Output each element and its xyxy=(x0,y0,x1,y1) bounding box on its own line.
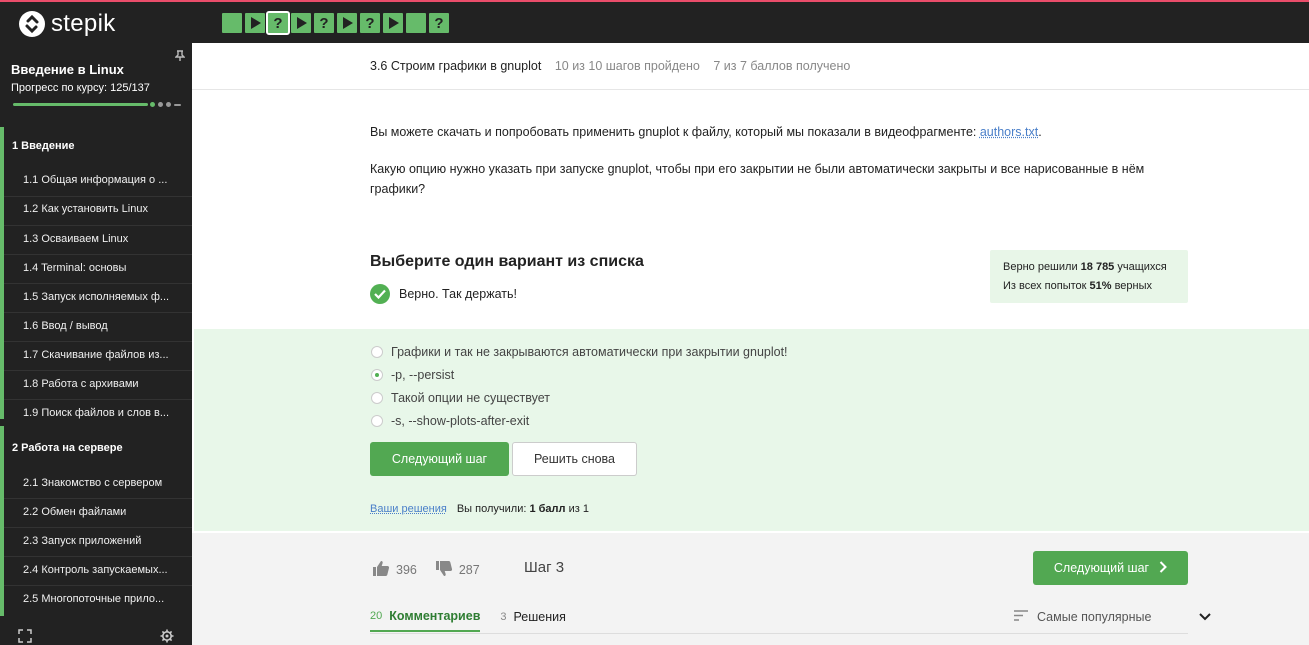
lesson-header: 3.6 Строим графики в gnuplot 10 из 10 ша… xyxy=(370,59,850,73)
option-1[interactable]: Графики и так не закрываются автоматичес… xyxy=(371,345,788,359)
likes-count: 396 xyxy=(396,563,417,577)
quiz-stats: Верно решили 18 785 учащихся Из всех поп… xyxy=(990,250,1188,303)
lesson-item[interactable]: 2.1 Знакомство с сервером xyxy=(23,477,162,489)
course-title[interactable]: Введение в Linux xyxy=(11,62,124,77)
feedback-correct: Верно. Так держать! xyxy=(370,284,517,304)
tab-solutions[interactable]: 3 Решения xyxy=(500,609,566,632)
step-quiz-5[interactable]: ? xyxy=(314,13,334,33)
radio-button[interactable] xyxy=(371,392,383,404)
gear-icon[interactable] xyxy=(160,629,174,645)
chevron-down-icon xyxy=(1199,610,1212,624)
reactions: 396 287 xyxy=(372,560,498,580)
step-done-1[interactable] xyxy=(222,13,242,33)
lesson-item[interactable]: 1.3 Осваиваем Linux xyxy=(23,233,128,245)
course-progress-text: Прогресс по курсу: 125/137 xyxy=(11,82,150,94)
steps-done: 10 из 10 шагов пройдено xyxy=(554,59,700,73)
lesson-item[interactable]: 1.9 Поиск файлов и слов в... xyxy=(23,407,169,419)
check-icon xyxy=(370,284,390,304)
lesson-item[interactable]: 1.7 Скачивание файлов из... xyxy=(23,349,169,361)
answers-panel: Графики и так не закрываются автоматичес… xyxy=(194,329,1309,531)
authors-file-link[interactable]: authors.txt xyxy=(980,125,1038,139)
steps-navigation: ? ? ? ? xyxy=(222,11,449,35)
step-done-9[interactable] xyxy=(406,13,426,33)
lesson-item[interactable]: 1.4 Terminal: основы xyxy=(23,262,126,274)
points-earned: 7 из 7 баллов получено xyxy=(713,59,851,73)
lesson-item[interactable]: 2.5 Многопоточные прило... xyxy=(23,593,164,605)
tab-comments[interactable]: 20 Комментариев xyxy=(370,609,481,632)
solve-again-button[interactable]: Решить снова xyxy=(512,442,637,476)
stepik-logo-icon xyxy=(19,11,45,37)
option-2[interactable]: -p, --persist xyxy=(371,368,454,382)
question-text: Какую опцию нужно указать при запуске gn… xyxy=(370,162,1145,196)
main-content: 3.6 Строим графики в gnuplot 10 из 10 ша… xyxy=(192,43,1309,645)
discussion-tabs: 20 Комментариев 3 Решения xyxy=(370,609,586,632)
step-video-4[interactable] xyxy=(291,13,311,33)
step-quiz-3-current[interactable]: ? xyxy=(266,11,290,35)
fullscreen-icon[interactable] xyxy=(18,629,32,645)
quiz-title: Выберите один вариант из списка xyxy=(370,253,644,270)
play-icon xyxy=(251,17,261,29)
module-title[interactable]: 2 Работа на сервере xyxy=(12,442,123,454)
lesson-item[interactable]: 2.4 Контроль запускаемых... xyxy=(23,564,168,576)
lesson-item[interactable]: 1.8 Работа с архивами xyxy=(23,378,139,390)
course-progress-bar xyxy=(13,103,148,106)
play-icon xyxy=(389,17,399,29)
step-label: Шаг 3 xyxy=(524,559,565,576)
radio-button-checked[interactable] xyxy=(371,369,383,381)
thumbs-down-icon[interactable] xyxy=(435,560,453,580)
logo-text: stepik xyxy=(51,10,116,37)
lesson-item[interactable]: 1.6 Ввод / вывод xyxy=(23,320,108,332)
step-video-2[interactable] xyxy=(245,13,265,33)
lesson-item[interactable]: 1.2 Как установить Linux xyxy=(23,203,148,215)
lesson-item[interactable]: 2.3 Запуск приложений xyxy=(23,535,141,547)
option-3[interactable]: Такой опции не существует xyxy=(371,391,550,405)
lesson-item[interactable]: 1.5 Запуск исполняемых ф... xyxy=(23,291,169,303)
sort-icon xyxy=(1014,610,1028,624)
course-sidebar: Введение в Linux Прогресс по курсу: 125/… xyxy=(0,43,192,645)
module-title[interactable]: 1 Введение xyxy=(12,140,74,152)
step-footer: 396 287 Шаг 3 Следующий шаг 20 Комментар… xyxy=(192,533,1309,645)
step-video-8[interactable] xyxy=(383,13,403,33)
play-icon xyxy=(343,17,353,29)
lesson-item[interactable]: 2.2 Обмен файлами xyxy=(23,506,126,518)
pin-icon[interactable] xyxy=(174,50,186,65)
radio-button[interactable] xyxy=(371,415,383,427)
solutions-row: Ваши решения Вы получили: 1 балл из 1 xyxy=(370,503,589,515)
download-paragraph: Вы можете скачать и попробовать применит… xyxy=(370,125,1042,139)
your-solutions-link[interactable]: Ваши решения xyxy=(370,503,447,515)
step-quiz-7[interactable]: ? xyxy=(360,13,380,33)
option-4[interactable]: -s, --show-plots-after-exit xyxy=(371,414,529,428)
chevron-right-icon xyxy=(1159,560,1168,576)
step-quiz-10[interactable]: ? xyxy=(429,13,449,33)
lesson-item[interactable]: 1.1 Общая информация о ... xyxy=(23,174,167,186)
thumbs-up-icon[interactable] xyxy=(372,560,390,580)
step-video-6[interactable] xyxy=(337,13,357,33)
play-icon xyxy=(297,17,307,29)
feedback-text: Верно. Так держать! xyxy=(399,287,517,301)
progress-dots xyxy=(150,102,181,107)
next-step-button[interactable]: Следующий шаг xyxy=(370,442,509,476)
top-bar: stepik ? ? ? ? xyxy=(0,0,1309,43)
radio-button[interactable] xyxy=(371,346,383,358)
stepik-logo[interactable]: stepik xyxy=(19,10,116,38)
next-step-button-footer[interactable]: Следующий шаг xyxy=(1033,551,1188,585)
sort-dropdown[interactable]: Самые популярные xyxy=(1014,610,1212,624)
lesson-title: 3.6 Строим графики в gnuplot xyxy=(370,59,542,73)
dislikes-count: 287 xyxy=(458,563,480,577)
